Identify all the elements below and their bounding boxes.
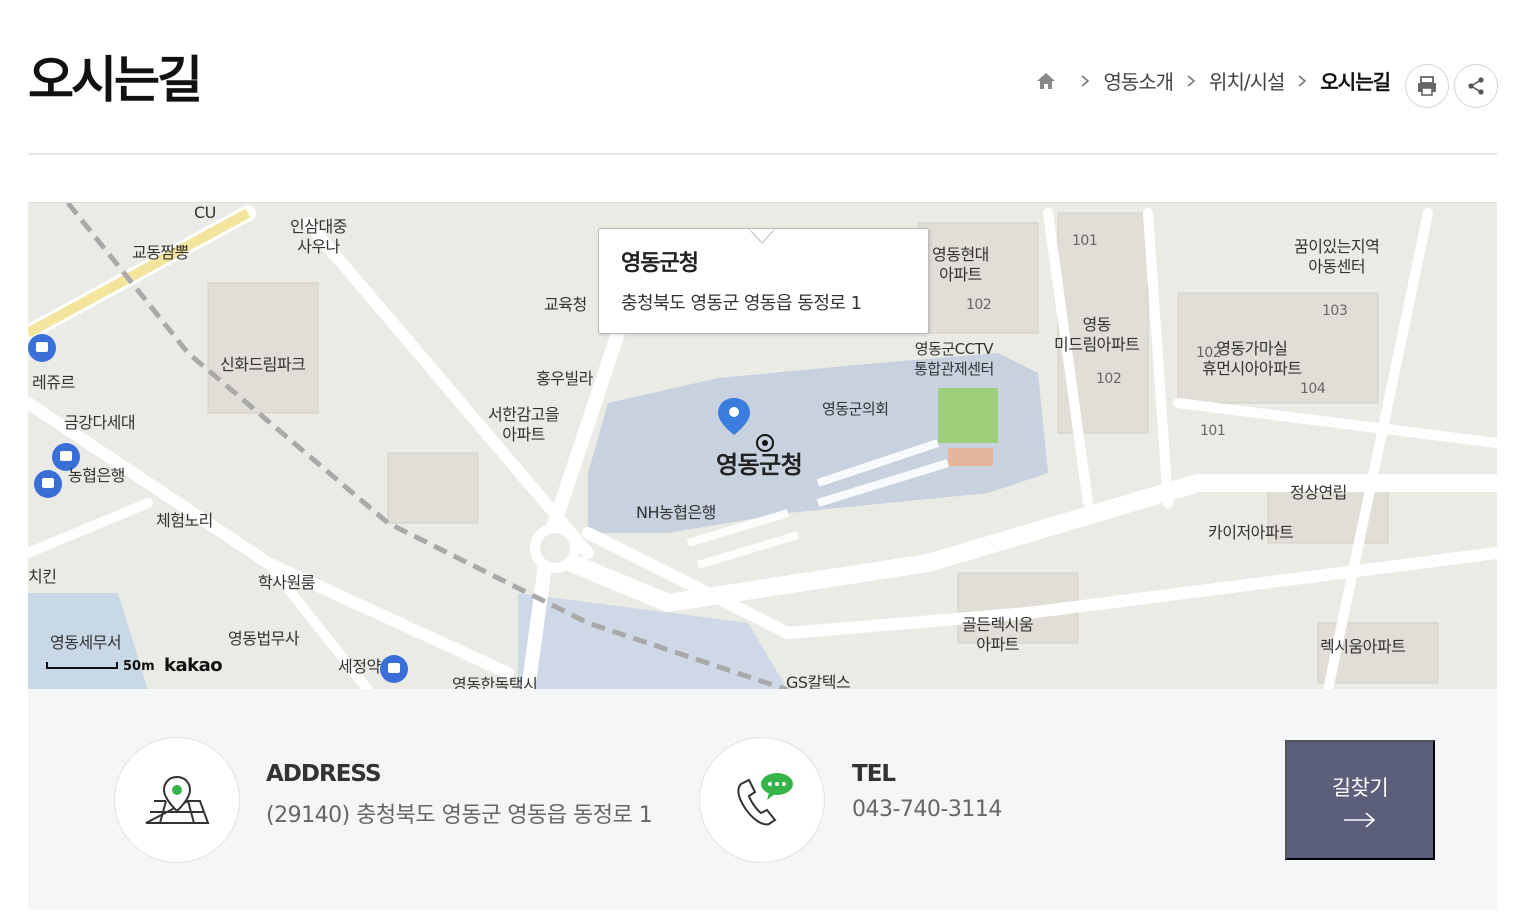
map-label: 교동짬뽕 xyxy=(132,243,189,262)
chevron-right-icon xyxy=(1187,74,1196,87)
map-label: 레쥬르 xyxy=(32,373,75,392)
map-info-bubble[interactable]: 영동군청 충청북도 영동군 영동읍 동정로 1 xyxy=(598,228,929,334)
address-value: (29140) 충청북도 영동군 영동읍 동정로 1 xyxy=(266,803,653,828)
share-button[interactable] xyxy=(1454,64,1498,108)
map-label: NH농협은행 xyxy=(636,503,716,522)
bubble-place-name: 영동군청 xyxy=(621,251,699,276)
map-label: 영동세무서 xyxy=(50,633,122,652)
tel-title: TEL xyxy=(852,761,896,787)
tel-value[interactable]: 043-740-3114 xyxy=(852,797,1002,822)
title-divider xyxy=(28,153,1497,155)
map-label-number: 104 xyxy=(1300,381,1326,397)
kakao-logo: kakao xyxy=(164,655,223,676)
map-label: 금강다세대 xyxy=(64,413,136,432)
map-label: 인삼대중 사우나 xyxy=(290,217,347,256)
map-label: 골든렉시움 아파트 xyxy=(962,615,1034,654)
map-label: 카이저아파트 xyxy=(1208,523,1294,542)
address-title: ADDRESS xyxy=(266,761,382,787)
map-label: 치킨 xyxy=(28,567,57,586)
breadcrumb: 영동소개 위치/시설 오시는길 xyxy=(1035,66,1391,95)
map-label: 체험노리 xyxy=(156,511,213,530)
location-map[interactable]: 영동군청 교동짬뽕 인삼대중 사우나 CU 신화드림파크 레쥬르 금강다세대 농… xyxy=(28,202,1497,689)
chevron-right-icon xyxy=(1298,74,1307,87)
phone-chat-icon xyxy=(737,773,793,826)
page-title: 오시는길 xyxy=(28,51,203,109)
map-label: 서한감고을 아파트 xyxy=(488,405,560,444)
map-label: 세정약 xyxy=(338,657,381,676)
map-label: 홍우빌라 xyxy=(536,369,593,388)
chevron-right-icon xyxy=(1081,74,1090,87)
location-info-panel: ADDRESS (29140) 충청북도 영동군 영동읍 동정로 1 TEL 0… xyxy=(28,689,1497,909)
map-label: 영동군의회 xyxy=(822,400,889,418)
breadcrumb-item-location[interactable]: 위치/시설 xyxy=(1209,66,1285,95)
map-scale-label: 50m xyxy=(123,659,155,674)
arrow-right-icon xyxy=(1344,812,1376,828)
map-label-number: 101 xyxy=(1200,423,1226,439)
map-label: 영동군CCTV 통합관제센터 xyxy=(914,340,994,378)
map-label: 영동현대 아파트 xyxy=(932,245,989,284)
map-label: 영동한독택시 xyxy=(452,675,538,689)
map-label: CU xyxy=(194,203,216,222)
home-icon[interactable] xyxy=(1035,70,1057,92)
bubble-address: 충청북도 영동군 영동읍 동정로 1 xyxy=(621,293,862,314)
map-label: 농협은행 xyxy=(68,466,125,485)
directions-button[interactable]: 길찾기 xyxy=(1285,740,1435,860)
print-icon xyxy=(1418,76,1436,96)
map-label-number: 102 xyxy=(966,297,992,313)
map-label: 영동 미드림아파트 xyxy=(1054,315,1140,354)
map-label: 꿈이있는지역 아동센터 xyxy=(1294,237,1380,276)
map-label: GS칼텍스 xyxy=(786,673,851,689)
bubble-tail xyxy=(749,229,775,243)
tel-icon-circle xyxy=(699,737,825,863)
map-label-number: 103 xyxy=(1322,303,1348,319)
map-label-number: 102 xyxy=(1096,371,1122,387)
map-label: 학사원룸 xyxy=(258,573,315,592)
map-label-main: 영동군청 xyxy=(716,451,803,479)
breadcrumb-current: 오시는길 xyxy=(1320,70,1391,94)
map-label-number: 101 xyxy=(1072,233,1098,249)
breadcrumb-item-intro[interactable]: 영동소개 xyxy=(1103,66,1174,95)
share-icon xyxy=(1468,77,1484,95)
address-icon-circle xyxy=(114,737,240,863)
map-label: 신화드림파크 xyxy=(220,355,306,374)
map-pin-icon xyxy=(145,775,210,824)
directions-button-label: 길찾기 xyxy=(1331,777,1389,800)
map-label-number: 102 xyxy=(1196,345,1222,361)
map-label: 영동법무사 xyxy=(228,629,300,648)
map-label: 렉시움아파트 xyxy=(1320,637,1406,656)
map-scale-bar xyxy=(46,662,118,669)
print-button[interactable] xyxy=(1405,64,1449,108)
map-label: 정상연립 xyxy=(1290,483,1347,502)
map-label: 교육청 xyxy=(544,295,587,314)
